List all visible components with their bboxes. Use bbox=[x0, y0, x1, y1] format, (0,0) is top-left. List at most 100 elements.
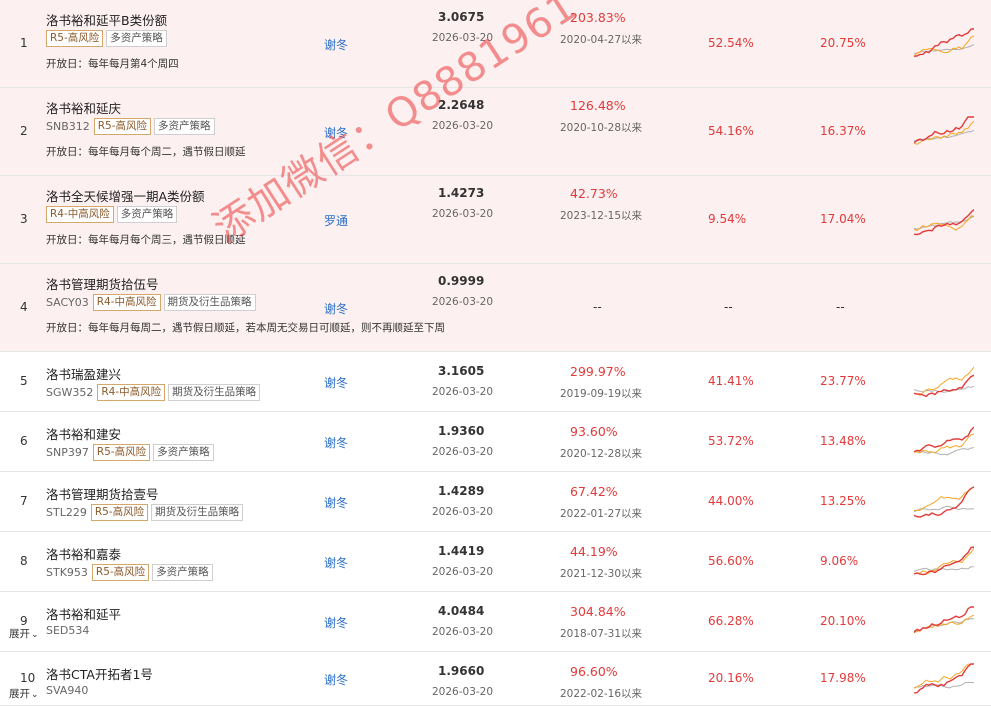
table-row[interactable]: 7 洛书管理期货拾壹号 STL229 R5-高风险 期货及衍生品策略 谢冬 1.4289 20… bbox=[0, 472, 991, 532]
fund-name-link[interactable]: 洛书管理期货拾伍号 bbox=[46, 274, 159, 293]
rank-number: 1 bbox=[20, 36, 28, 50]
performance-sparkline bbox=[914, 366, 974, 398]
expand-toggle[interactable]: 展开⌄ bbox=[9, 626, 39, 641]
fund-manager-link[interactable]: 谢冬 bbox=[324, 494, 348, 511]
rank-number: 2 bbox=[20, 124, 28, 138]
fund-code: SGW352 bbox=[46, 386, 94, 399]
return-b: 23.77% bbox=[820, 374, 866, 388]
nav-date: 2026-03-20 bbox=[432, 32, 494, 44]
fund-manager-link[interactable]: 谢冬 bbox=[324, 614, 348, 631]
return-a: 20.16% bbox=[708, 671, 754, 685]
return-a: -- bbox=[724, 300, 733, 314]
total-return: 203.83% bbox=[570, 10, 626, 25]
return-b: 16.37% bbox=[820, 124, 866, 138]
table-row[interactable]: 4 洛书管理期货拾伍号 SACY03 R4-中高风险 期货及衍生品策略 开放日：每年每月每… bbox=[0, 264, 991, 352]
total-return: 44.19% bbox=[570, 544, 618, 559]
rank-number: 3 bbox=[20, 212, 28, 226]
fund-code-tags: STL229 R5-高风险 期货及衍生品策略 bbox=[46, 504, 246, 521]
sparkline-series bbox=[914, 35, 974, 57]
fund-name-link[interactable]: 洛书瑞盈建兴 bbox=[46, 364, 121, 383]
nav-value: 0.9999 bbox=[438, 274, 485, 288]
table-row[interactable]: 6 洛书裕和建安 SNP397 R5-高风险 多资产策略 谢冬 1.9360 2026-03-… bbox=[0, 412, 991, 472]
nav-date: 2026-03-20 bbox=[432, 446, 494, 458]
risk-level-tag: R5-高风险 bbox=[93, 118, 152, 135]
return-b: 13.48% bbox=[820, 434, 866, 448]
fund-name-link[interactable]: 洛书全天候增强一期A类份额 bbox=[46, 186, 205, 205]
nav-value: 1.4273 bbox=[438, 186, 485, 200]
fund-name-link[interactable]: 洛书裕和延庆 bbox=[46, 98, 121, 117]
sparkline-series bbox=[914, 663, 974, 694]
nav-value: 2.2648 bbox=[438, 98, 485, 112]
fund-code-tags: SACY03 R4-中高风险 期货及衍生品策略 bbox=[46, 294, 259, 311]
since-date: 2020-12-28以来 bbox=[560, 448, 643, 460]
since-date: 2021-12-30以来 bbox=[560, 568, 643, 580]
fund-code-tags: SVA940 bbox=[46, 684, 92, 697]
nav-date: 2026-03-20 bbox=[432, 208, 494, 220]
fund-name-link[interactable]: 洛书管理期货拾壹号 bbox=[46, 484, 159, 503]
fund-manager-link[interactable]: 谢冬 bbox=[324, 671, 348, 688]
fund-code: STK953 bbox=[46, 566, 88, 579]
table-row[interactable]: 1 洛书裕和延平B类份额 R5-高风险 多资产策略 开放日：每年每月第4个周四 谢冬 3.0… bbox=[0, 0, 991, 88]
total-return: 67.42% bbox=[570, 484, 618, 499]
table-row[interactable]: 9 洛书裕和延平 SED534 谢冬 4.0484 2026-03-20 304.84% 20… bbox=[0, 592, 991, 652]
return-a: 53.72% bbox=[708, 434, 754, 448]
fund-name-link[interactable]: 洛书裕和延平 bbox=[46, 604, 121, 623]
chevron-down-icon: ⌄ bbox=[31, 690, 39, 700]
table-row[interactable]: 3 洛书全天候增强一期A类份额 R4-中高风险 多资产策略 开放日：每年每月每个周三，遇… bbox=[0, 176, 991, 264]
fund-manager-link[interactable]: 谢冬 bbox=[324, 434, 348, 451]
sparkline-series bbox=[914, 614, 974, 634]
nav-value: 3.0675 bbox=[438, 10, 485, 24]
return-a: 9.54% bbox=[708, 212, 747, 226]
fund-code-tags: SNB312 R5-高风险 多资产策略 bbox=[46, 118, 218, 135]
sparkline-series bbox=[914, 208, 974, 236]
sparkline-series bbox=[914, 547, 974, 575]
fund-manager-link[interactable]: 谢冬 bbox=[324, 300, 348, 317]
performance-sparkline bbox=[914, 426, 974, 456]
nav-date: 2026-03-20 bbox=[432, 686, 494, 698]
sparkline-series bbox=[914, 486, 974, 518]
fund-manager-link[interactable]: 谢冬 bbox=[324, 554, 348, 571]
nav-value: 1.4289 bbox=[438, 484, 485, 498]
risk-level-tag: R5-高风险 bbox=[92, 444, 151, 461]
fund-code-tags: STK953 R5-高风险 多资产策略 bbox=[46, 564, 216, 581]
return-b: 20.75% bbox=[820, 36, 866, 50]
performance-sparkline bbox=[914, 28, 974, 57]
nav-value: 1.9360 bbox=[438, 424, 485, 438]
table-row[interactable]: 2 洛书裕和延庆 SNB312 R5-高风险 多资产策略 开放日：每年每月每个周二，遇节假… bbox=[0, 88, 991, 176]
nav-value: 3.1605 bbox=[438, 364, 485, 378]
total-return: 126.48% bbox=[570, 98, 626, 113]
open-day-text: 开放日：每年每月第4个周四 bbox=[46, 58, 179, 70]
strategy-tag: 多资产策略 bbox=[152, 564, 213, 581]
fund-name-link[interactable]: 洛书CTA开拓者1号 bbox=[46, 664, 153, 683]
fund-manager-link[interactable]: 谢冬 bbox=[324, 36, 348, 53]
table-row[interactable]: 8 洛书裕和嘉泰 STK953 R5-高风险 多资产策略 谢冬 1.4419 2026-03-… bbox=[0, 532, 991, 592]
risk-level-tag: R5-高风险 bbox=[46, 30, 104, 47]
return-a: 41.41% bbox=[708, 374, 754, 388]
table-row[interactable]: 5 洛书瑞盈建兴 SGW352 R4-中高风险 期货及衍生品策略 谢冬 3.1605 2026… bbox=[0, 352, 991, 412]
fund-manager-link[interactable]: 谢冬 bbox=[324, 124, 348, 141]
nav-value: 1.9660 bbox=[438, 664, 485, 678]
rank-number: 5 bbox=[20, 374, 28, 388]
nav-date: 2026-03-20 bbox=[432, 506, 494, 518]
fund-name-link[interactable]: 洛书裕和建安 bbox=[46, 424, 121, 443]
return-a: 54.16% bbox=[708, 124, 754, 138]
rank-number: 10 bbox=[20, 671, 36, 685]
return-a: 66.28% bbox=[708, 614, 754, 628]
expand-toggle[interactable]: 展开⌄ bbox=[9, 686, 39, 701]
fund-name-link[interactable]: 洛书裕和延平B类份额 bbox=[46, 10, 167, 29]
performance-sparkline bbox=[914, 606, 974, 634]
fund-manager-link[interactable]: 罗通 bbox=[324, 212, 348, 229]
risk-level-tag: R4-中高风险 bbox=[97, 384, 166, 401]
rank-number: 4 bbox=[20, 300, 28, 314]
since-date: 2018-07-31以来 bbox=[560, 628, 643, 640]
risk-level-tag: R5-高风险 bbox=[91, 564, 150, 581]
fund-name-link[interactable]: 洛书裕和嘉泰 bbox=[46, 544, 121, 563]
fund-manager-link[interactable]: 谢冬 bbox=[324, 374, 348, 391]
table-row[interactable]: 10 洛书CTA开拓者1号 SVA940 谢冬 1.9660 2026-03-20 96.6… bbox=[0, 652, 991, 706]
rank-number: 6 bbox=[20, 434, 28, 448]
return-b: 17.98% bbox=[820, 671, 866, 685]
return-a: 52.54% bbox=[708, 36, 754, 50]
fund-code-tags: R4-中高风险 多资产策略 bbox=[46, 206, 180, 223]
strategy-tag: 多资产策略 bbox=[116, 206, 178, 223]
chevron-down-icon: ⌄ bbox=[31, 630, 39, 640]
